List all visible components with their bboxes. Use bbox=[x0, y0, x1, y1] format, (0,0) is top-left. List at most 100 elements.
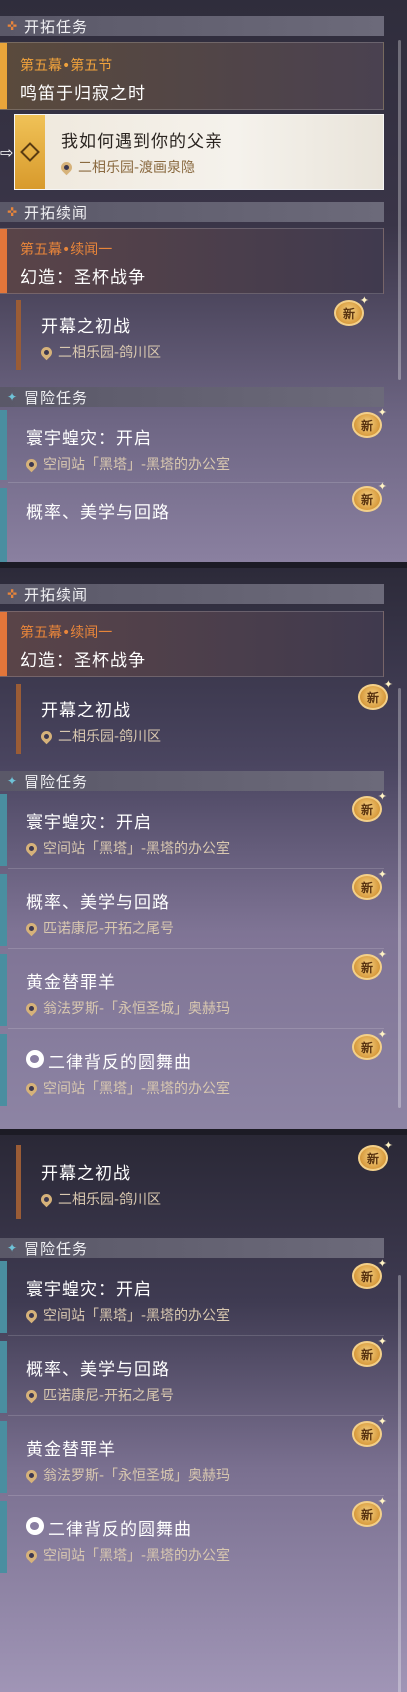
quest-location: 空间站「黑塔」-黑塔的办公室 bbox=[23, 454, 230, 474]
quest-bar bbox=[0, 1501, 7, 1573]
adventure-quest-item[interactable]: 概率、美学与回路 匹诺康尼-开拓之尾号 新 bbox=[0, 868, 387, 946]
location-pin-icon bbox=[38, 728, 55, 744]
new-badge: 新 bbox=[352, 1335, 387, 1367]
quest-location: 二相乐园-鸽川区 bbox=[38, 342, 161, 362]
quest-name: 概率、美学与回路 bbox=[26, 503, 170, 523]
quest-location: 匹诺康尼-开拓之尾号 bbox=[23, 1385, 174, 1405]
section-title: 开拓续闻 bbox=[24, 203, 89, 222]
active-quest-marker bbox=[15, 115, 45, 189]
quest-bar bbox=[16, 684, 21, 754]
adventure-icon: ✦ bbox=[6, 1241, 18, 1255]
quest-location: 二相乐园-鸽川区 bbox=[38, 726, 161, 746]
divider bbox=[8, 1495, 384, 1496]
quest-bar bbox=[0, 1261, 7, 1333]
chapter-bar bbox=[0, 43, 7, 109]
divider bbox=[8, 482, 384, 483]
new-badge: 新 bbox=[352, 406, 387, 438]
quest-name: 开幕之初战 bbox=[41, 1164, 131, 1184]
companion-quest-item[interactable]: 开幕之初战 二相乐园-鸽川区 新 bbox=[16, 1139, 393, 1219]
adventure-quest-item[interactable]: 概率、美学与回路 新 bbox=[0, 480, 387, 562]
quest-location: 空间站「黑塔」-黑塔的办公室 bbox=[23, 1545, 230, 1565]
quest-location: 空间站「黑塔」-黑塔的办公室 bbox=[23, 1078, 230, 1098]
quest-name: 寰宇蝗灾：开启 bbox=[26, 1280, 152, 1300]
companion-chapter-card[interactable]: 第五幕•续闻一 幻造：圣杯战争 bbox=[0, 228, 384, 294]
adventure-quest-item[interactable]: 寰宇蝗灾：开启 空间站「黑塔」-黑塔的办公室 新 bbox=[0, 1257, 387, 1333]
divider bbox=[8, 1335, 384, 1336]
section-header-companion: ✜ 开拓续闻 bbox=[0, 202, 384, 222]
location-pin-icon bbox=[23, 1387, 40, 1403]
location-pin-icon bbox=[23, 456, 40, 472]
adventure-quest-item[interactable]: 二律背反的圆舞曲 空间站「黑塔」-黑塔的办公室 新 bbox=[0, 1495, 387, 1573]
quest-bar bbox=[0, 488, 7, 562]
adventure-quest-item[interactable]: 寰宇蝗灾：开启 空间站「黑塔」-黑塔的办公室 新 bbox=[0, 406, 387, 480]
location-pin-icon bbox=[23, 1000, 40, 1016]
section-title: 冒险任务 bbox=[24, 772, 89, 791]
companion-quest-item[interactable]: 开幕之初战 二相乐园-鸽川区 新 bbox=[16, 678, 393, 754]
section-title: 开拓任务 bbox=[24, 17, 89, 36]
trailblaze-icon: ✜ bbox=[6, 19, 18, 33]
new-badge: 新 bbox=[358, 1139, 393, 1171]
location-pin-icon bbox=[38, 344, 55, 360]
quest-location: 二相乐园-鸽川区 bbox=[38, 1189, 161, 1209]
quest-location: 空间站「黑塔」-黑塔的办公室 bbox=[23, 838, 230, 858]
quest-bar bbox=[16, 1145, 21, 1219]
scrollbar[interactable] bbox=[398, 1275, 401, 1692]
quest-location: 翁法罗斯-「永恒圣城」奥赫玛 bbox=[23, 1465, 230, 1485]
location-pin-icon bbox=[23, 840, 40, 856]
quest-bar bbox=[0, 1341, 7, 1413]
main-chapter-card[interactable]: 第五幕•第五节 鸣笛于归寂之时 bbox=[0, 42, 384, 110]
new-badge: 新 bbox=[352, 790, 387, 822]
divider bbox=[8, 948, 384, 949]
quest-name: 二律背反的圆舞曲 bbox=[26, 1048, 192, 1073]
quest-bar bbox=[0, 410, 7, 480]
companion-icon: ✜ bbox=[6, 587, 18, 601]
quest-panel-1: ✜ 开拓任务 第五幕•第五节 鸣笛于归寂之时 ⇨ 我如何遇到你的父亲 二相乐园-… bbox=[0, 0, 407, 562]
dual-symbol-icon bbox=[26, 1517, 44, 1535]
quest-bar bbox=[0, 1034, 7, 1106]
adventure-quest-item[interactable]: 黄金替罪羊 翁法罗斯-「永恒圣城」奥赫玛 新 bbox=[0, 948, 387, 1026]
scrollbar[interactable] bbox=[398, 40, 401, 380]
quest-location: 翁法罗斯-「永恒圣城」奥赫玛 bbox=[23, 998, 230, 1018]
location-pin-icon bbox=[38, 1191, 55, 1207]
quest-name: 寰宇蝗灾：开启 bbox=[26, 429, 152, 449]
section-header-adventure: ✦ 冒险任务 bbox=[0, 387, 384, 407]
quest-name: 概率、美学与回路 bbox=[26, 893, 170, 913]
section-title: 冒险任务 bbox=[24, 1239, 89, 1258]
adventure-quest-item[interactable]: 概率、美学与回路 匹诺康尼-开拓之尾号 新 bbox=[0, 1335, 387, 1413]
current-pointer-icon: ⇨ bbox=[0, 143, 14, 162]
dual-symbol-icon bbox=[26, 1050, 44, 1068]
adventure-icon: ✦ bbox=[6, 390, 18, 404]
adventure-quest-item[interactable]: 黄金替罪羊 翁法罗斯-「永恒圣城」奥赫玛 新 bbox=[0, 1415, 387, 1493]
divider bbox=[8, 1415, 384, 1416]
companion-icon: ✜ bbox=[6, 205, 18, 219]
quest-name: 二律背反的圆舞曲 bbox=[26, 1515, 192, 1540]
new-badge: 新 bbox=[352, 1495, 387, 1527]
quest-name: 黄金替罪羊 bbox=[26, 973, 116, 993]
scrollbar[interactable] bbox=[398, 688, 401, 1108]
new-badge: 新 bbox=[352, 1415, 387, 1447]
quest-name: 概率、美学与回路 bbox=[26, 1360, 170, 1380]
adventure-quest-item[interactable]: 二律背反的圆舞曲 空间站「黑塔」-黑塔的办公室 新 bbox=[0, 1028, 387, 1106]
quest-name: 我如何遇到你的父亲 bbox=[61, 132, 223, 152]
quest-location: 空间站「黑塔」-黑塔的办公室 bbox=[23, 1305, 230, 1325]
section-header-companion: ✜ 开拓续闻 bbox=[0, 584, 384, 604]
active-quest-card[interactable]: 我如何遇到你的父亲 二相乐园-渡画泉隐 bbox=[14, 114, 384, 190]
divider bbox=[8, 868, 384, 869]
chapter-label: 第五幕•续闻一 bbox=[20, 242, 113, 258]
location-pin-icon bbox=[23, 1467, 40, 1483]
section-title: 开拓续闻 bbox=[24, 585, 89, 604]
diamond-icon bbox=[20, 142, 40, 162]
chapter-title: 幻造：圣杯战争 bbox=[20, 268, 146, 288]
companion-chapter-card[interactable]: 第五幕•续闻一 幻造：圣杯战争 bbox=[0, 611, 384, 677]
quest-bar bbox=[0, 1421, 7, 1493]
new-badge: 新 bbox=[358, 678, 393, 710]
companion-quest-item[interactable]: 开幕之初战 二相乐园-鸽川区 新 bbox=[16, 294, 378, 370]
quest-bar bbox=[0, 954, 7, 1026]
divider bbox=[8, 1028, 384, 1029]
chapter-label: 第五幕•续闻一 bbox=[20, 625, 113, 641]
chapter-title: 鸣笛于归寂之时 bbox=[20, 84, 146, 104]
new-badge: 新 bbox=[352, 948, 387, 980]
section-header-trailblaze: ✜ 开拓任务 bbox=[0, 16, 384, 36]
adventure-quest-item[interactable]: 寰宇蝗灾：开启 空间站「黑塔」-黑塔的办公室 新 bbox=[0, 790, 387, 866]
new-badge: 新 bbox=[352, 1028, 387, 1060]
